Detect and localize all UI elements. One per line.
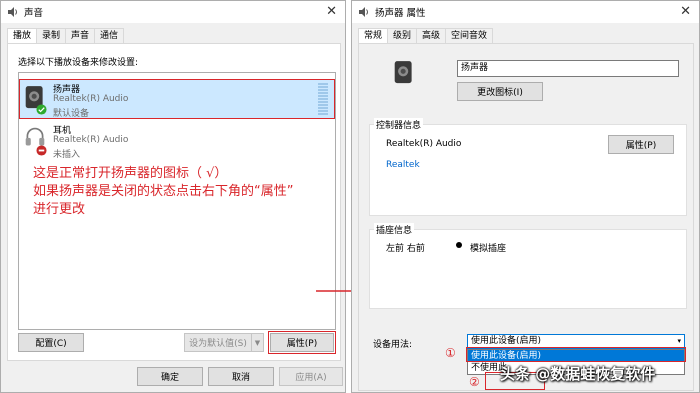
tab-sounds[interactable]: 声音 (65, 28, 96, 43)
configure-button[interactable]: 配置(C) (18, 333, 84, 352)
chevron-down-icon[interactable]: ▼ (251, 334, 263, 351)
sound-dialog-titlebar: 声音 ✕ (1, 1, 345, 23)
jack-info-label: 插座信息 (374, 223, 415, 236)
tab-advanced[interactable]: 高级 (416, 28, 447, 43)
set-default-label: 设为默认值(S) (189, 339, 247, 349)
jack-info-group: 插座信息 左前 右前 模拟插座 (369, 223, 687, 309)
cancel-button[interactable]: 取消 (208, 367, 274, 386)
properties-dialog-title: 扬声器 属性 (375, 8, 426, 19)
change-icon-button[interactable]: 更改图标(I) (457, 82, 543, 101)
device-usage-value: 使用此设备(启用) (471, 336, 542, 346)
sound-dialog-tabs: 播放 录制 声音 通信 (7, 28, 125, 44)
jack-dot-icon (456, 242, 462, 248)
sound-dialog-title: 声音 (24, 8, 44, 19)
jack-type: 模拟插座 (470, 244, 507, 254)
annotation-line-1: 这是正常打开扬声器的图标（ √） (33, 166, 228, 181)
device-name-value: 扬声器 (461, 63, 489, 73)
watermark-text: 头条 @数据蛙恢复软件 (500, 365, 656, 383)
tab-levels[interactable]: 级别 (387, 28, 418, 43)
step-marker-1: ① (445, 346, 456, 360)
general-panel: 扬声器 更改图标(I) 控制器信息 Realtek(R) Audio 属性(P)… (358, 43, 694, 391)
realtek-link[interactable]: Realtek (386, 160, 420, 170)
speaker-app-icon (359, 7, 368, 17)
selection-highlight-box (19, 79, 335, 119)
sound-dialog: 声音 ✕ 播放 录制 声音 通信 选择以下播放设备来修改设置: 扬声器 Real… (0, 0, 346, 393)
tab-recording[interactable]: 录制 (36, 28, 67, 43)
ok-button[interactable]: 确定 (137, 367, 203, 386)
apply-button[interactable]: 应用(A) (279, 367, 343, 386)
instruction-text: 选择以下播放设备来修改设置: (18, 58, 139, 68)
device-driver: Realtek(R) Audio (53, 135, 129, 145)
tab-general[interactable]: 常规 (358, 28, 389, 44)
set-default-button[interactable]: 设为默认值(S) ▼ (184, 333, 264, 352)
properties-tabs: 常规 级别 高级 空间音效 (358, 28, 494, 44)
controller-info-group: 控制器信息 Realtek(R) Audio 属性(P) Realtek (369, 118, 687, 216)
device-name-input[interactable]: 扬声器 (457, 60, 679, 77)
playback-panel: 选择以下播放设备来修改设置: 扬声器 Realtek(R) Audio 默认设备 (7, 43, 341, 361)
speaker-device-icon (394, 61, 412, 84)
tab-spatial-sound[interactable]: 空间音效 (445, 28, 494, 43)
annotation-line-2: 如果扬声器是关闭的状态点击右下角的“属性” (33, 184, 294, 199)
controller-name: Realtek(R) Audio (386, 139, 462, 149)
annotation-line-3: 进行更改 (33, 202, 86, 217)
jack-position: 左前 右前 (386, 244, 425, 254)
controller-properties-button[interactable]: 属性(P) (608, 135, 674, 154)
watermark: 头条 @数据蛙恢复软件 (500, 363, 655, 384)
device-row-headphones[interactable]: 耳机 Realtek(R) Audio 未插入 (20, 121, 334, 160)
close-icon[interactable]: ✕ (326, 4, 337, 19)
close-icon[interactable]: ✕ (680, 4, 691, 19)
properties-dialog-titlebar: 扬声器 属性 ✕ (352, 1, 699, 23)
speaker-app-icon (8, 7, 17, 17)
dropdown-highlight-box (466, 347, 686, 362)
speaker-properties-dialog: 扬声器 属性 ✕ 常规 级别 高级 空间音效 扬声器 更改图标(I) 控制器信息… (351, 0, 700, 393)
tab-communications[interactable]: 通信 (94, 28, 125, 43)
step-marker-2: ② (469, 375, 480, 389)
controller-info-label: 控制器信息 (374, 118, 424, 131)
device-list: 扬声器 Realtek(R) Audio 默认设备 耳机 Realtek(R) (18, 72, 336, 330)
tab-playback[interactable]: 播放 (7, 28, 38, 44)
properties-highlight-box (268, 331, 336, 354)
device-usage-label: 设备用法: (373, 340, 413, 350)
unplugged-icon (36, 145, 47, 156)
device-status: 未插入 (53, 150, 81, 160)
